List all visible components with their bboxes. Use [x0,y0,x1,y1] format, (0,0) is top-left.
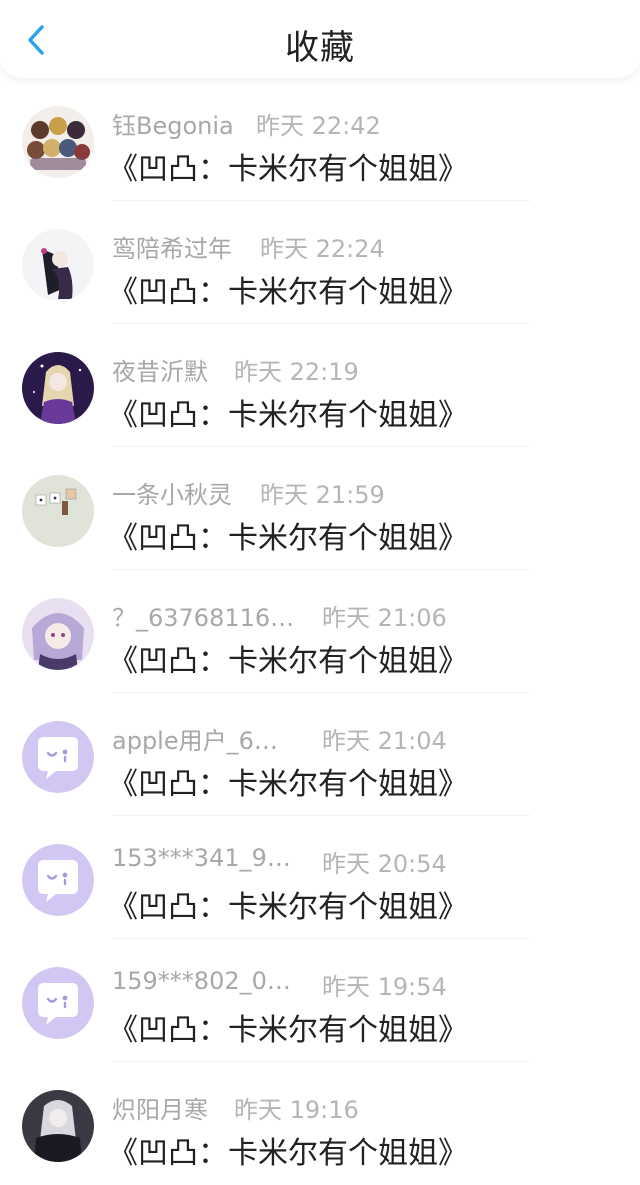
dark-character-avatar-icon [22,1090,94,1162]
list-item[interactable]: apple用户_6… 昨天 21:04 《凹凸：卡米尔有个姐姐》 [0,693,640,816]
list-item[interactable]: 鸾陪希过年 昨天 22:24 《凹凸：卡米尔有个姐姐》 [0,201,640,324]
timestamp: 昨天 21:59 [260,481,385,509]
avatar[interactable] [22,106,94,178]
dice-photo-avatar-icon [22,475,94,547]
default-chat-avatar-icon [22,844,94,916]
list-item[interactable]: ？_63768116… 昨天 21:06 《凹凸：卡米尔有个姐姐》 [0,570,640,693]
avatar[interactable] [22,844,94,916]
avatar[interactable] [22,721,94,793]
work-title: 《凹凸：卡米尔有个姐姐》 [108,152,468,187]
favorites-list: 钰Begonia 昨天 22:42 《凹凸：卡米尔有个姐姐》 鸾陪希过年 昨天 … [0,78,640,1185]
purple-anime-avatar-icon [22,352,94,424]
list-item[interactable]: 一条小秋灵 昨天 21:59 《凹凸：卡米尔有个姐姐》 [0,447,640,570]
work-title: 《凹凸：卡米尔有个姐姐》 [108,398,468,433]
list-item[interactable]: 153***341_9… 昨天 20:54 《凹凸：卡米尔有个姐姐》 [0,816,640,939]
work-title: 《凹凸：卡米尔有个姐姐》 [108,521,468,556]
list-item[interactable]: 钰Begonia 昨天 22:42 《凹凸：卡米尔有个姐姐》 [0,78,640,201]
avatar[interactable] [22,352,94,424]
anime-girl-avatar-icon [22,598,94,670]
user-name: 159***802_0… [112,967,291,995]
timestamp: 昨天 22:42 [256,112,381,140]
group-cartoon-avatar-icon [22,106,94,178]
user-name: 153***341_9… [112,844,291,872]
work-title: 《凹凸：卡米尔有个姐姐》 [108,767,468,802]
timestamp: 昨天 21:04 [322,727,447,755]
avatar[interactable] [22,598,94,670]
timestamp: 昨天 20:54 [322,850,447,878]
work-title: 《凹凸：卡米尔有个姐姐》 [108,1013,468,1048]
timestamp: 昨天 19:16 [234,1096,359,1124]
work-title: 《凹凸：卡米尔有个姐姐》 [108,1136,468,1171]
work-title: 《凹凸：卡米尔有个姐姐》 [108,644,468,679]
list-item[interactable]: 159***802_0… 昨天 19:54 《凹凸：卡米尔有个姐姐》 [0,939,640,1062]
default-chat-avatar-icon [22,967,94,1039]
default-chat-avatar-icon [22,721,94,793]
user-name: 炽阳月寒 [112,1096,208,1124]
work-title: 《凹凸：卡米尔有个姐姐》 [108,275,468,310]
timestamp: 昨天 19:54 [322,973,447,1001]
user-name: 鸾陪希过年 [112,235,232,263]
avatar[interactable] [22,1090,94,1162]
timestamp: 昨天 22:24 [260,235,385,263]
page-title: 收藏 [285,28,355,68]
user-name: 夜昔沂默 [112,358,208,386]
dark-anime-avatar-icon [22,229,94,301]
timestamp: 昨天 22:19 [234,358,359,386]
top-nav-bar: 收藏 [0,0,640,78]
avatar[interactable] [22,229,94,301]
user-name: ？_63768116… [112,604,295,632]
work-title: 《凹凸：卡米尔有个姐姐》 [108,890,468,925]
user-name: 钰Begonia [112,112,234,140]
avatar[interactable] [22,967,94,1039]
avatar[interactable] [22,475,94,547]
list-item[interactable]: 夜昔沂默 昨天 22:19 《凹凸：卡米尔有个姐姐》 [0,324,640,447]
user-name: 一条小秋灵 [112,481,232,509]
list-item[interactable]: 炽阳月寒 昨天 19:16 《凹凸：卡米尔有个姐姐》 [0,1062,640,1185]
timestamp: 昨天 21:06 [322,604,447,632]
user-name: apple用户_6… [112,727,278,755]
